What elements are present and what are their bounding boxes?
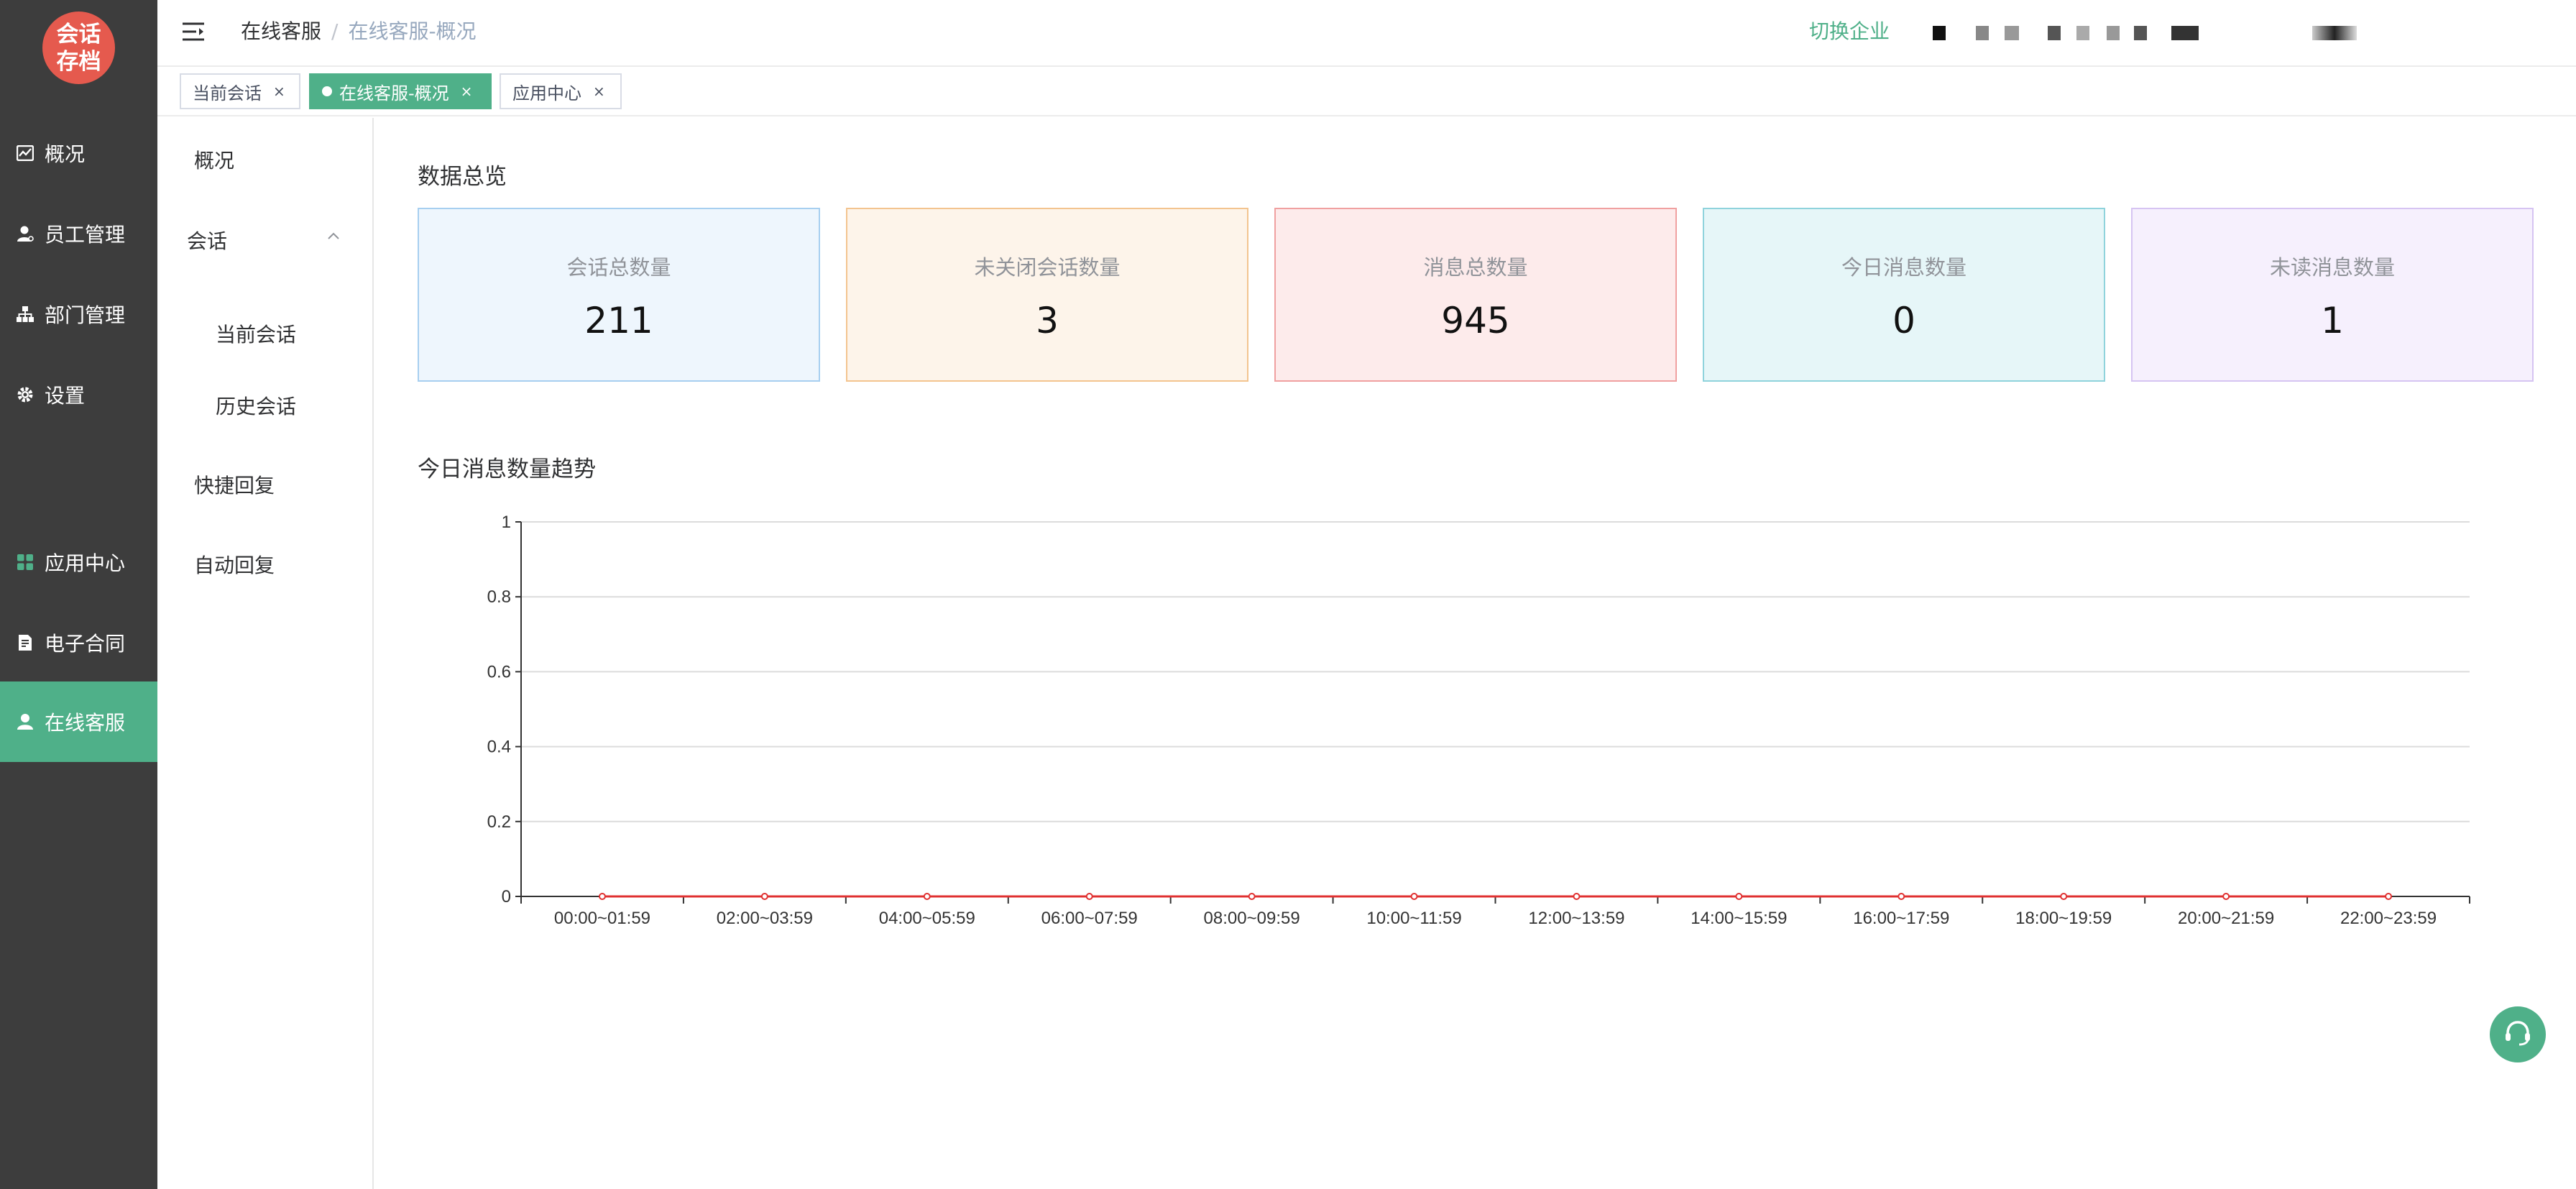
data-point [1573,893,1581,900]
person-icon [16,712,34,731]
data-point [923,893,931,900]
data-point [1085,893,1093,900]
data-point [2222,893,2230,900]
y-tick-label: 1 [502,513,511,532]
y-tick-label: 0.4 [487,738,511,757]
data-point [1735,893,1743,900]
sidebar-item-label: 应用中心 [45,551,126,575]
x-tick-label: 02:00~03:59 [717,909,813,928]
data-point [2385,893,2393,900]
breadcrumb-root[interactable]: 在线客服 [241,19,321,43]
y-tick-label: 0.2 [487,812,511,832]
headset-icon [2502,1017,2534,1052]
x-tick-label: 20:00~21:59 [2178,909,2274,928]
top-header: 在线客服 / 在线客服-概况 切换企业 [157,0,2576,67]
x-tick-label: 04:00~05:59 [879,909,975,928]
data-point [760,893,768,900]
submenu-history-session[interactable]: 历史会话 [216,391,296,420]
x-tick-label: 10:00~11:59 [1366,909,1461,928]
data-point [2060,893,2068,900]
sidebar-item-label: 概况 [45,142,86,166]
message-trend-chart: 0 0.2 0.4 0.6 0.8 1 00:00~01:59 02:00~03:59 04:0… [487,513,2470,928]
submenu-session[interactable]: 会话 [187,226,227,254]
y-tick-label: 0 [502,887,511,906]
data-point [1898,893,1905,900]
x-tick-label: 18:00~19:59 [2015,909,2112,928]
active-dot-icon [322,86,332,96]
sidebar: 会话 存档 概况 员工管理 部门管理 设置 应用中心 电子合同 在线客服 [0,0,157,1189]
sidebar-item-label: 设置 [45,384,86,408]
tab-current-session[interactable]: 当前会话 × [180,73,300,109]
sidebar-item-e-contract[interactable]: 电子合同 [0,602,157,683]
x-tick-label: 08:00~09:59 [1204,909,1300,928]
gear-icon [16,385,34,404]
org-tree-icon [16,305,34,323]
submenu-overview[interactable]: 概况 [194,145,234,174]
x-tick-label: 06:00~07:59 [1041,909,1138,928]
tab-online-service-overview[interactable]: 在线客服-概况 × [309,73,492,109]
sidebar-item-label: 部门管理 [45,303,126,327]
sidebar-item-overview[interactable]: 概况 [0,113,157,193]
data-point [1410,893,1418,900]
sidebar-item-label: 员工管理 [45,223,126,247]
breadcrumb-current: 在线客服-概况 [348,19,477,43]
app-logo[interactable]: 会话 存档 [42,12,115,84]
tabs-bar: 当前会话 × 在线客服-概况 × 应用中心 × [157,67,2576,116]
customer-support-button[interactable] [2490,1006,2546,1062]
logo-line-1: 会话 [56,21,101,47]
logo-line-2: 存档 [56,48,101,75]
tab-app-center[interactable]: 应用中心 × [500,73,622,109]
switch-enterprise-link[interactable]: 切换企业 [1809,16,1890,45]
breadcrumb: 在线客服 / 在线客服-概况 [241,17,477,46]
document-icon [16,633,34,652]
submenu-auto-reply[interactable]: 自动回复 [194,550,275,579]
data-point [1248,893,1256,900]
x-tick-label: 12:00~13:59 [1528,909,1624,928]
x-tick-label: 00:00~01:59 [554,909,650,928]
sidebar-item-staff[interactable]: 员工管理 [0,193,157,274]
close-icon[interactable]: × [593,83,605,100]
sidebar-item-label: 电子合同 [45,632,126,656]
apps-grid-icon [16,553,34,571]
user-icon [16,224,34,243]
breadcrumb-separator: / [331,19,339,43]
submenu: 概况 会话 当前会话 历史会话 快捷回复 自动回复 [157,118,374,1189]
chart-line-icon [16,144,34,162]
user-name-redacted[interactable] [1933,26,2357,43]
tab-label: 在线客服-概况 [339,83,449,104]
sidebar-item-department[interactable]: 部门管理 [0,274,157,354]
data-point [598,893,606,900]
tab-label: 应用中心 [512,83,581,104]
sidebar-item-label: 在线客服 [45,711,126,735]
y-tick-label: 0.6 [487,662,511,681]
submenu-quick-reply[interactable]: 快捷回复 [194,470,275,499]
x-tick-label: 16:00~17:59 [1853,909,1949,928]
sidebar-item-app-center[interactable]: 应用中心 [0,522,157,602]
submenu-current-session[interactable]: 当前会话 [216,319,296,348]
x-tick-label: 14:00~15:59 [1690,909,1787,928]
menu-toggle-icon[interactable] [182,22,205,42]
sidebar-item-settings[interactable]: 设置 [0,354,157,435]
y-tick-label: 0.8 [487,587,511,607]
main-content: 数据总览 会话总数量 211 未关闭会话数量 3 消息总数量 945 今日消息数… [375,118,2576,1189]
chevron-up-icon[interactable] [327,230,340,243]
close-icon[interactable]: × [273,83,285,100]
x-tick-label: 22:00~23:59 [2340,909,2437,928]
sidebar-item-online-service[interactable]: 在线客服 [0,681,157,762]
close-icon[interactable]: × [461,83,473,100]
tab-label: 当前会话 [193,83,262,104]
